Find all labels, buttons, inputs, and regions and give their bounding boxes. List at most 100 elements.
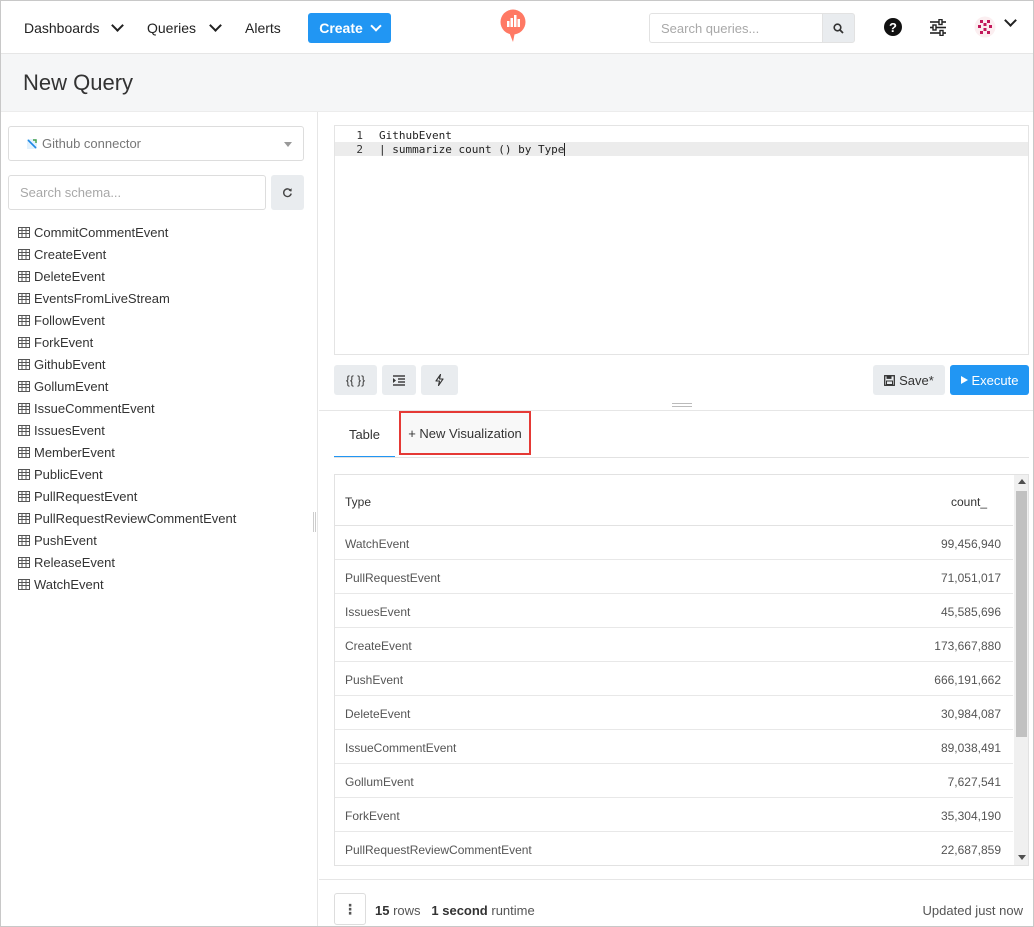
schema-table-list: CommitCommentEvent CreateEvent DeleteEvent… <box>18 221 236 595</box>
nav-dashboards-label: Dashboards <box>24 19 100 36</box>
play-icon <box>960 376 968 384</box>
schema-table-item[interactable]: PullRequestReviewCommentEvent <box>18 507 236 529</box>
search-icon <box>833 22 844 34</box>
scroll-up-arrow-icon[interactable] <box>1018 479 1026 484</box>
row-count: 15 <box>375 903 390 918</box>
line-number: 2 <box>356 142 363 156</box>
format-query-button[interactable] <box>382 365 416 395</box>
schema-table-item[interactable]: PublicEvent <box>18 463 236 485</box>
search-button[interactable] <box>822 13 855 43</box>
refresh-schema-button[interactable] <box>271 175 304 210</box>
schema-table-name: GollumEvent <box>34 378 109 394</box>
question-circle-icon[interactable]: ? <box>884 18 902 36</box>
runtime-value: 1 second <box>431 903 488 918</box>
caret-down-icon <box>284 142 292 147</box>
queries-dropdown-toggle[interactable] <box>209 1 222 54</box>
schema-table-item[interactable]: CommitCommentEvent <box>18 221 236 243</box>
data-source-select[interactable]: Github connector <box>8 126 304 161</box>
schema-table-name: DeleteEvent <box>34 268 105 284</box>
indent-icon <box>393 374 405 386</box>
table-icon <box>18 468 30 480</box>
schema-table-name: IssueCommentEvent <box>34 400 155 416</box>
table-icon <box>18 534 30 546</box>
schema-table-item[interactable]: WatchEvent <box>18 573 236 595</box>
table-icon <box>18 314 30 326</box>
schema-table-item[interactable]: DeleteEvent <box>18 265 236 287</box>
cell-type: PullRequestEvent <box>345 571 441 585</box>
table-row: PushEvent 666,191,662 <box>335 662 1013 696</box>
cell-type: PullRequestReviewCommentEvent <box>345 843 532 857</box>
save-button[interactable]: Save* <box>873 365 945 395</box>
schema-table-item[interactable]: ReleaseEvent <box>18 551 236 573</box>
cell-type: WatchEvent <box>345 537 410 551</box>
floppy-disk-icon <box>884 374 896 386</box>
table-icon <box>18 226 30 238</box>
autocomplete-toggle-button[interactable] <box>421 365 458 395</box>
schema-table-item[interactable]: PushEvent <box>18 529 236 551</box>
redash-logo-icon[interactable] <box>499 9 527 43</box>
user-avatar[interactable] <box>974 16 996 38</box>
schema-table-item[interactable]: FollowEvent <box>18 309 236 331</box>
text-cursor <box>564 142 566 156</box>
dashboards-dropdown-toggle[interactable] <box>111 1 124 54</box>
schema-table-name: GithubEvent <box>34 356 106 372</box>
sidebar-resize-handle[interactable] <box>313 512 316 532</box>
table-row: DeleteEvent 30,984,087 <box>335 696 1013 730</box>
chevron-down-icon <box>370 19 382 32</box>
search-queries-input[interactable] <box>649 13 822 43</box>
data-source-label: Github connector <box>42 136 142 151</box>
table-icon <box>18 336 30 348</box>
editor-resize-handle[interactable] <box>672 403 692 407</box>
cell-type: GollumEvent <box>345 775 414 789</box>
schema-table-item[interactable]: MemberEvent <box>18 441 236 463</box>
nav-queries-label: Queries <box>147 19 197 36</box>
top-navbar: Dashboards Queries Alerts Create ? <box>1 1 1033 54</box>
schema-table-name: ForkEvent <box>34 334 94 350</box>
table-body: WatchEvent 99,456,940 PullRequestEvent 71,0… <box>335 526 1013 865</box>
schema-search-input[interactable] <box>8 175 266 210</box>
sliders-icon[interactable] <box>929 19 947 36</box>
schema-table-name: CommitCommentEvent <box>34 224 169 240</box>
chevron-down-icon <box>209 18 222 32</box>
table-icon <box>18 358 30 370</box>
more-options-button[interactable]: ⋮ <box>334 893 366 925</box>
code-text: | summarize count () by Type <box>379 142 565 156</box>
schema-table-item[interactable]: IssuesEvent <box>18 419 236 441</box>
schema-table-item[interactable]: IssueCommentEvent <box>18 397 236 419</box>
result-stats: 15 rows 1 second runtime <box>375 903 535 918</box>
column-header-count[interactable]: count_ <box>951 495 987 509</box>
execute-button[interactable]: Execute <box>950 365 1029 395</box>
cell-count: 45,585,696 <box>940 605 1001 619</box>
table-row: IssuesEvent 45,585,696 <box>335 594 1013 628</box>
table-icon <box>18 292 30 304</box>
execute-button-label: Execute <box>971 372 1019 388</box>
code-line-1: 1 GithubEvent <box>335 128 1028 142</box>
scrollbar-thumb[interactable] <box>1016 491 1027 737</box>
schema-table-item[interactable]: EventsFromLiveStream <box>18 287 236 309</box>
results-table: Type count_ WatchEvent 99,456,940 PullRequ… <box>334 474 1029 866</box>
nav-alerts[interactable]: Alerts <box>245 1 281 54</box>
schema-table-name: PullRequestReviewCommentEvent <box>34 510 237 526</box>
new-visualization-button[interactable]: + New Visualization <box>399 411 531 455</box>
schema-table-item[interactable]: CreateEvent <box>18 243 236 265</box>
add-parameter-button[interactable]: {{ }} <box>334 365 377 395</box>
schema-table-item[interactable]: GithubEvent <box>18 353 236 375</box>
schema-table-name: PullRequestEvent <box>34 488 138 504</box>
create-button-label: Create <box>319 20 363 36</box>
tab-table[interactable]: Table <box>334 412 395 458</box>
scroll-down-arrow-icon[interactable] <box>1018 855 1026 860</box>
schema-table-item[interactable]: PullRequestEvent <box>18 485 236 507</box>
table-row: CreateEvent 173,667,880 <box>335 628 1013 662</box>
create-button[interactable]: Create <box>308 13 391 43</box>
chevron-down-icon[interactable] <box>1004 14 1017 27</box>
schema-sidebar: Github connector CommitCommentEvent Creat… <box>1 112 318 926</box>
nav-dashboards[interactable]: Dashboards <box>24 1 100 54</box>
page-title[interactable]: New Query <box>23 70 133 96</box>
schema-table-item[interactable]: ForkEvent <box>18 331 236 353</box>
column-header-type[interactable]: Type <box>345 495 371 509</box>
results-scrollbar[interactable] <box>1014 475 1028 865</box>
schema-table-item[interactable]: GollumEvent <box>18 375 236 397</box>
query-editor[interactable]: 1 GithubEvent 2 | summarize count () by … <box>334 125 1029 355</box>
cell-count: 71,051,017 <box>940 571 1001 585</box>
nav-queries[interactable]: Queries <box>147 1 196 54</box>
